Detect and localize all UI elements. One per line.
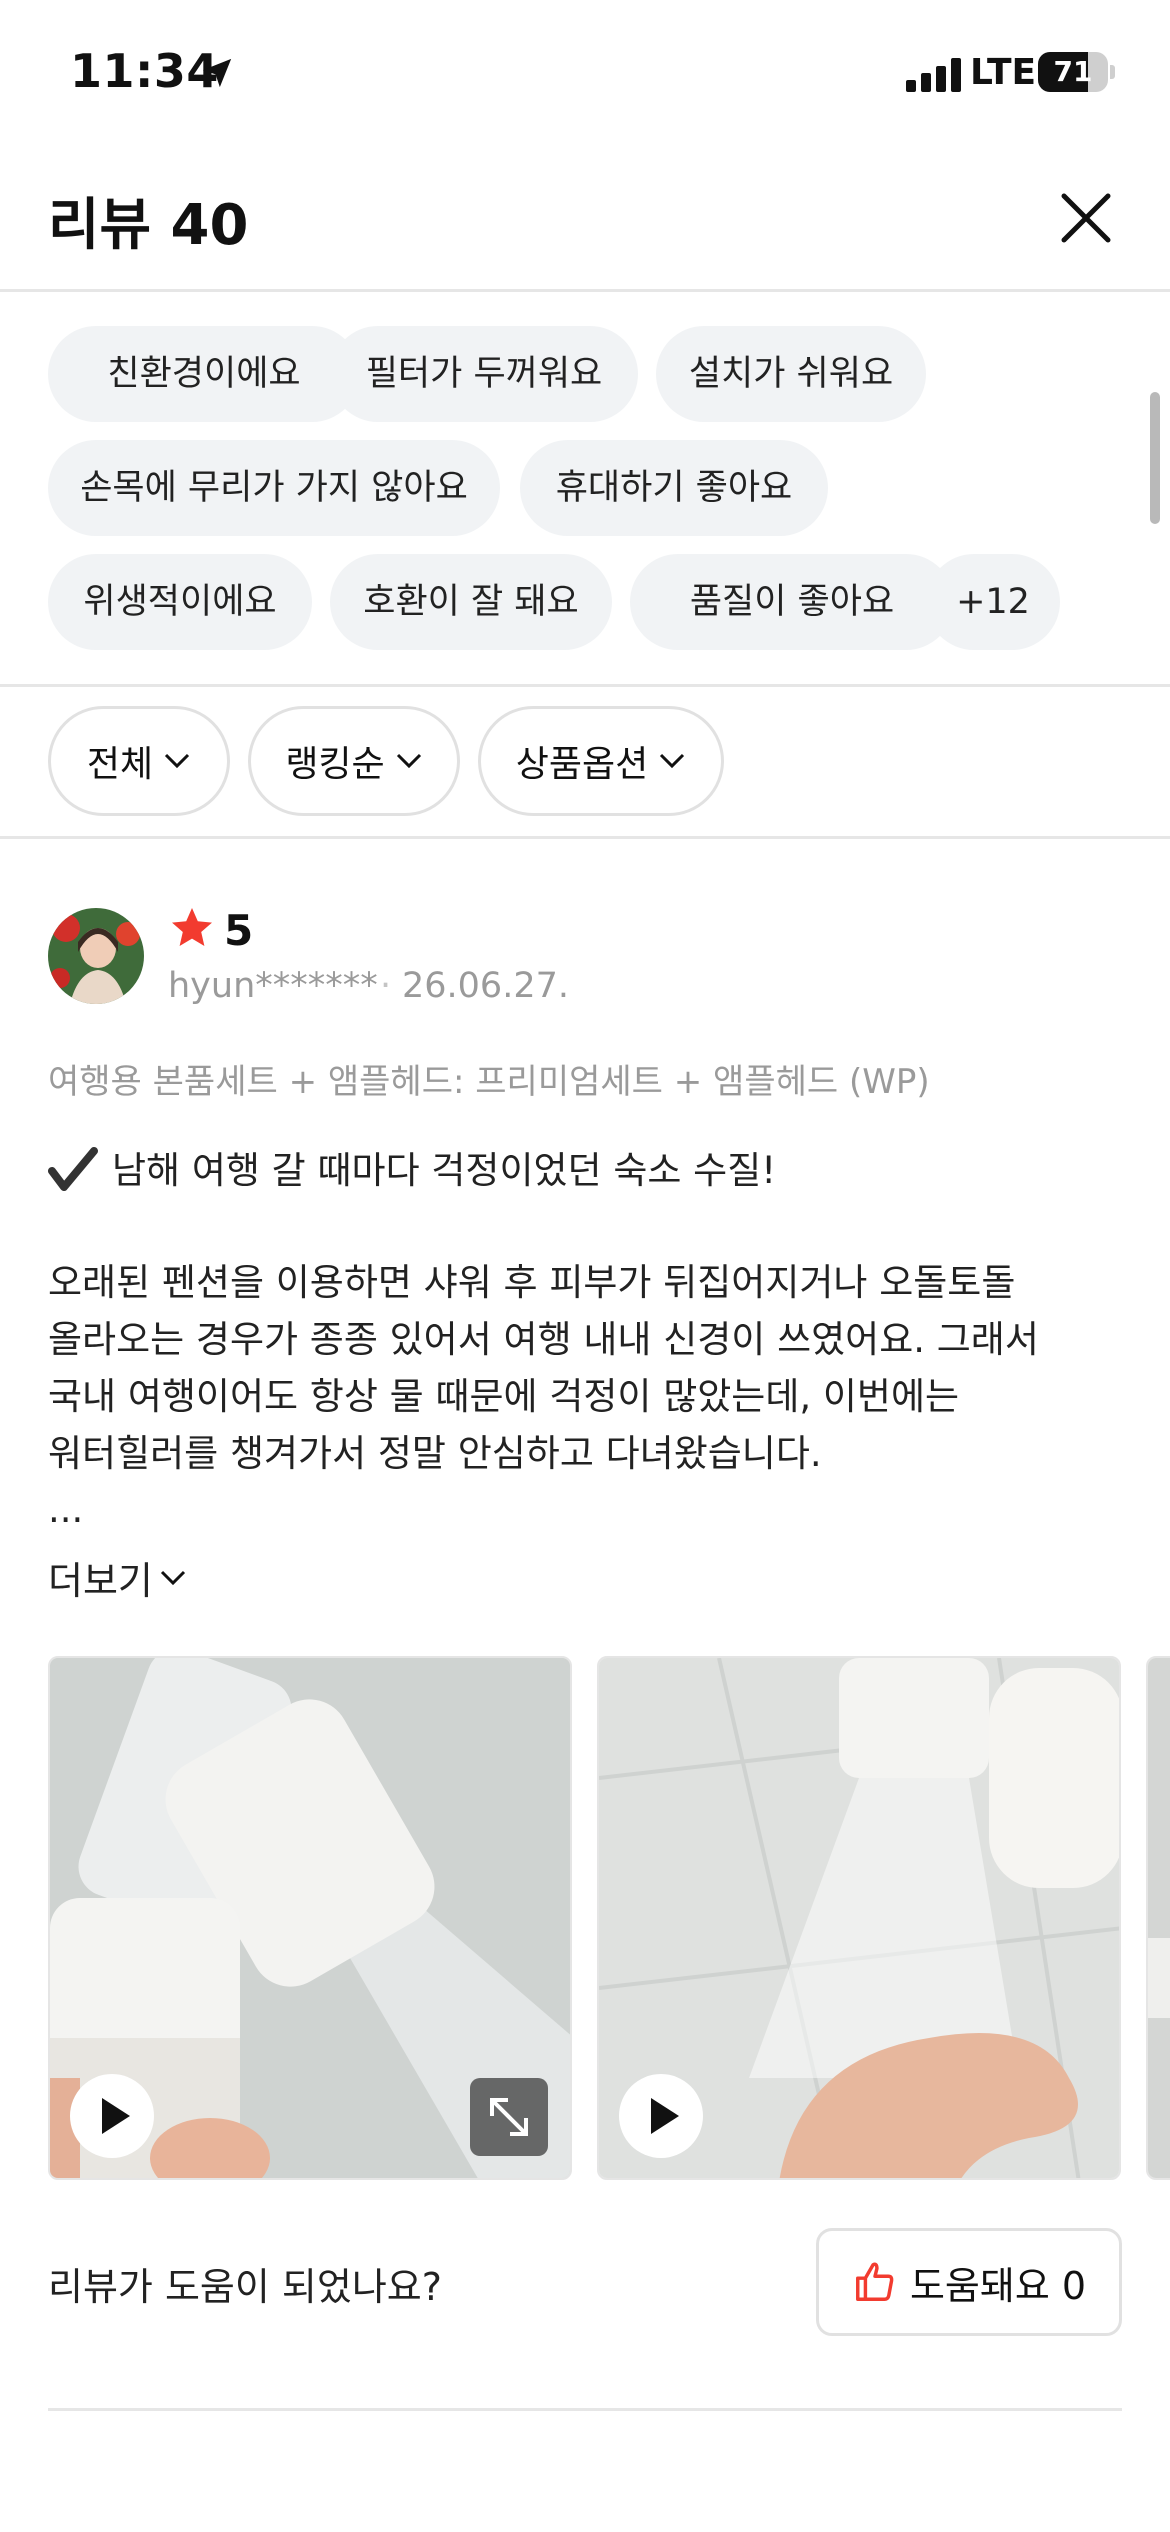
keyword-chips: 친환경이에요 필터가 두꺼워요 설치가 쉬워요 손목에 무리가 가지 않아요 휴… [48, 326, 1128, 656]
chevron-down-icon [660, 753, 685, 769]
truncation-ellipsis: ... [48, 1488, 84, 1531]
review-headline-text: 남해 여행 갈 때마다 걱정이었던 숙소 수질! [112, 1149, 777, 1192]
expand-icon [490, 2098, 528, 2136]
filter-label: 전체 [86, 744, 154, 785]
helpful-button[interactable]: 도움돼요 0 [816, 2228, 1122, 2336]
filter-label: 상품옵션 [515, 744, 649, 785]
star-icon [172, 908, 212, 946]
review-headline: 남해 여행 갈 때마다 걱정이었던 숙소 수질! [48, 1140, 776, 1194]
keyword-chip[interactable]: 손목에 무리가 가지 않아요 [48, 440, 500, 536]
review-video-thumbnail[interactable] [48, 1656, 572, 2180]
chevron-down-icon [160, 1570, 185, 1585]
chevron-down-icon [165, 753, 190, 769]
keyword-chip[interactable]: 필터가 두꺼워요 [330, 326, 638, 422]
divider [0, 836, 1170, 839]
chevron-down-icon [396, 753, 421, 769]
review-video-thumbnail[interactable] [597, 1656, 1121, 2180]
network-type: LTE [970, 52, 1037, 93]
divider [48, 2408, 1122, 2411]
play-button[interactable] [70, 2074, 154, 2158]
avatar[interactable] [48, 908, 144, 1004]
battery-level: 71 [1053, 55, 1093, 88]
page-title: 리뷰 40 [48, 193, 249, 258]
more-button[interactable]: 더보기 [48, 1550, 187, 1605]
keyword-chip[interactable]: 친환경이에요 [48, 326, 360, 422]
scrollbar[interactable] [1150, 392, 1160, 524]
keyword-chip[interactable]: 설치가 쉬워요 [656, 326, 926, 422]
battery-icon: 71 [1038, 52, 1115, 92]
product-option: 여행용 본품세트 + 앰플헤드: 프리미엄세트 + 앰플헤드 (WP) [48, 1062, 930, 1102]
helpful-question: 리뷰가 도움이 되었나요? [48, 2265, 442, 2309]
divider [0, 684, 1170, 687]
check-mark-icon [48, 1147, 98, 1191]
play-icon [102, 2098, 130, 2134]
close-icon[interactable] [1050, 182, 1122, 254]
status-time: 11:34 [70, 44, 219, 98]
keyword-chip[interactable]: 호환이 잘 돼요 [330, 554, 612, 650]
status-bar: 11:34 LTE 71 [0, 0, 1170, 150]
location-arrow-icon [202, 58, 232, 88]
keyword-chip-more[interactable]: +12 [926, 554, 1060, 650]
keyword-chip[interactable]: 위생적이에요 [48, 554, 312, 650]
separator: · [380, 966, 392, 1006]
more-label: 더보기 [48, 1559, 153, 1603]
review-video-thumbnail[interactable] [1146, 1656, 1170, 2180]
keyword-chip[interactable]: 품질이 좋아요 [630, 554, 954, 650]
signal-strength-icon [906, 58, 961, 92]
filter-sort-dropdown[interactable]: 랭킹순 [248, 706, 460, 816]
filter-label: 랭킹순 [285, 744, 385, 785]
review-body: 오래된 펜션을 이용하면 샤워 후 피부가 뒤집어지거나 오돌토돌 올라오는 경… [48, 1261, 1039, 1475]
header: 리뷰 40 [0, 160, 1170, 292]
helpful-button-label: 도움돼요 0 [909, 2263, 1087, 2308]
play-icon [651, 2098, 679, 2134]
filter-all-dropdown[interactable]: 전체 [48, 706, 230, 816]
rating-value: 5 [224, 906, 254, 955]
thumbs-up-icon [855, 2262, 894, 2301]
reviewer-name: hyun******* [168, 966, 378, 1006]
review-date: 26.06.27. [402, 966, 569, 1006]
play-button[interactable] [619, 2074, 703, 2158]
keyword-chip[interactable]: 휴대하기 좋아요 [520, 440, 828, 536]
expand-button[interactable] [470, 2078, 548, 2156]
filter-option-dropdown[interactable]: 상품옵션 [478, 706, 724, 816]
